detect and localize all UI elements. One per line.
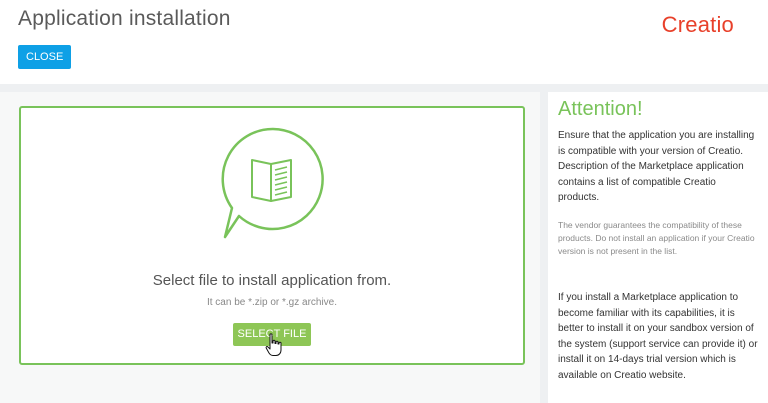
creatio-logo: Creatio: [661, 12, 734, 37]
file-drop-zone[interactable]: Select file to install application from.…: [19, 106, 525, 365]
close-button[interactable]: CLOSE: [18, 45, 72, 69]
attention-panel: Attention! Ensure that the application y…: [548, 92, 768, 403]
select-file-title: Select file to install application from.: [152, 272, 392, 289]
attention-paragraph-1: Ensure that the application you are inst…: [558, 130, 755, 203]
select-file-hint: It can be *.zip or *.gz archive.: [206, 297, 338, 308]
header-divider: [0, 84, 768, 92]
book-speech-bubble-icon: [221, 127, 324, 239]
hand-pointer-cursor-icon: [265, 333, 282, 356]
attention-paragraph-3: If you install a Marketplace application…: [558, 292, 758, 381]
attention-paragraph-2: The vendor guarantees the compatibility …: [558, 220, 755, 256]
attention-title: Attention!: [558, 98, 643, 120]
page-header: Application installation CLOSE Creatio: [0, 0, 768, 84]
panel-separator: [540, 92, 548, 403]
page-title: Application installation: [18, 7, 231, 30]
